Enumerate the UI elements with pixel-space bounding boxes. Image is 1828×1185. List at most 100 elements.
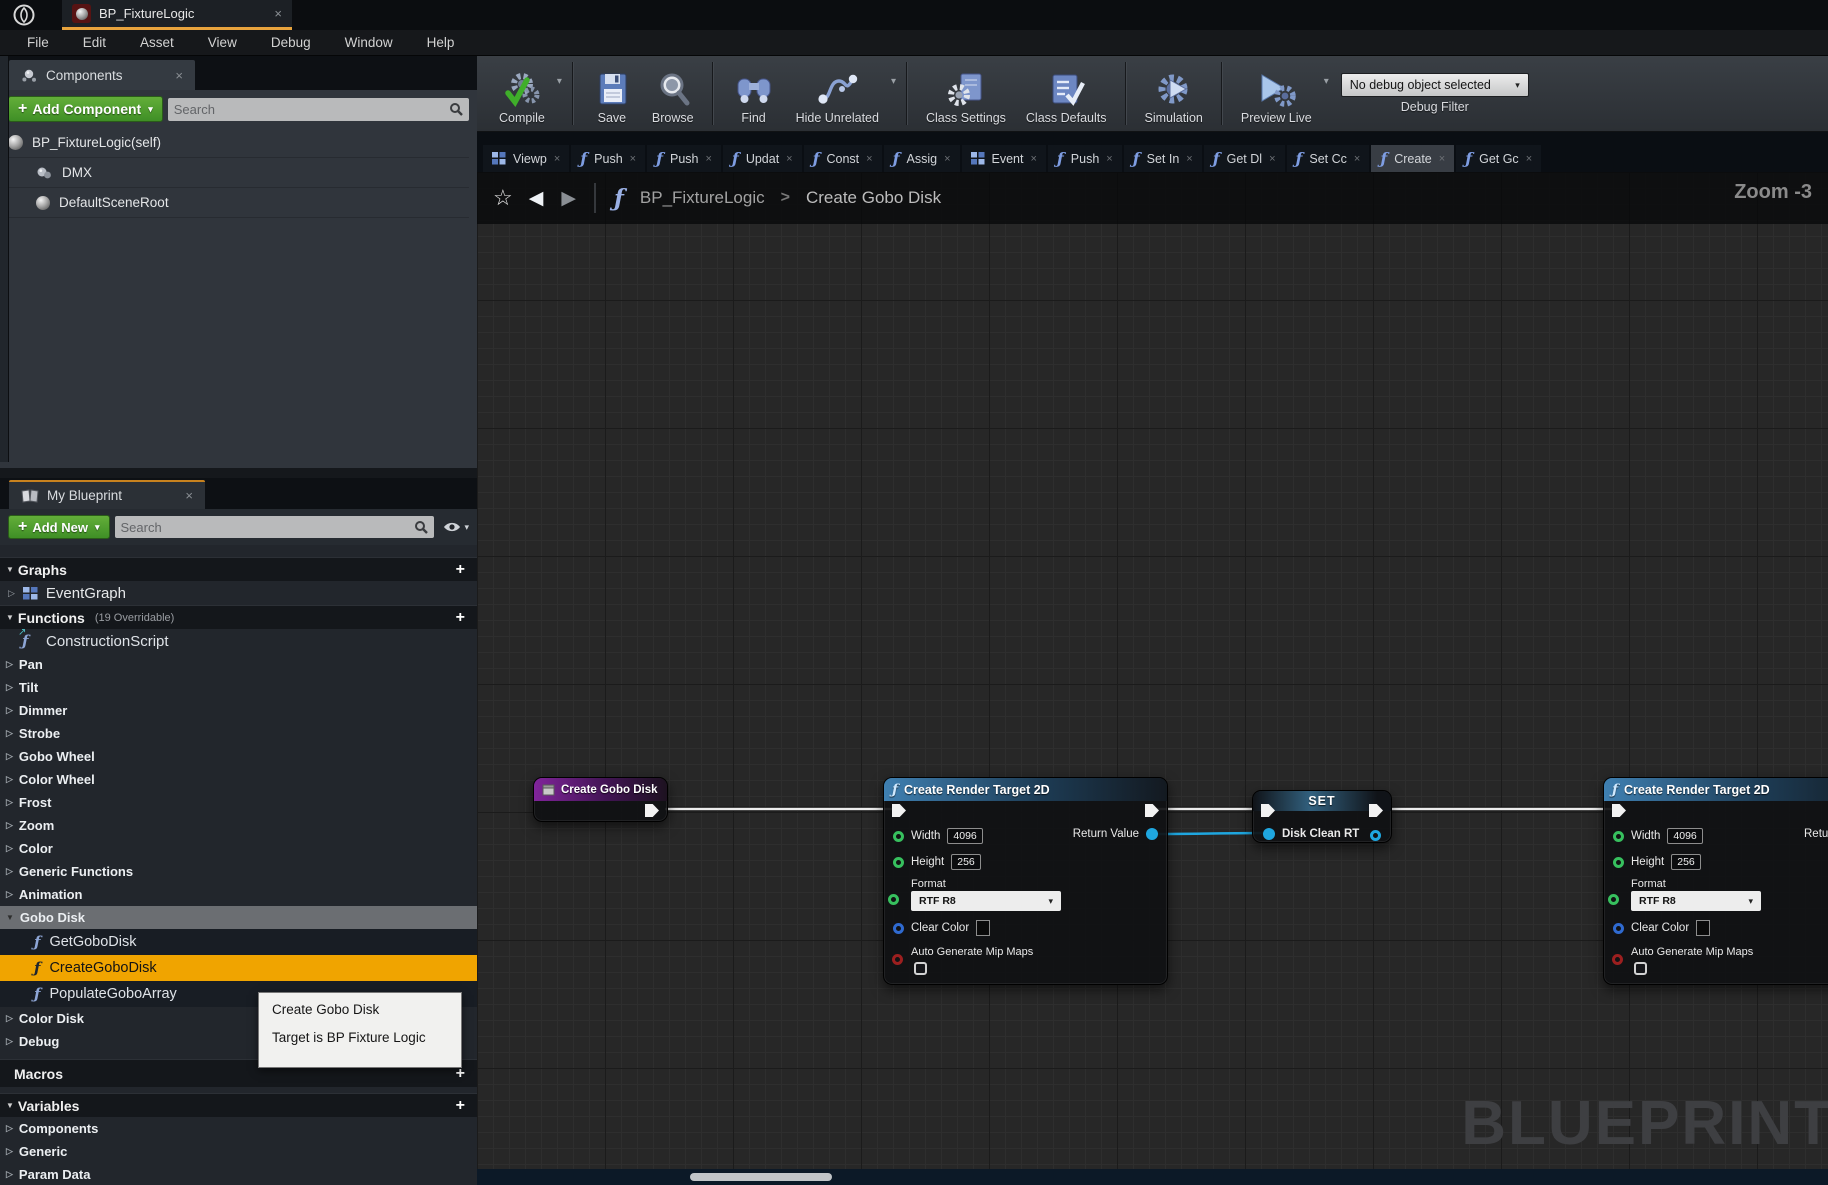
graph-tab-update[interactable]: ƒUpdat×: [723, 145, 802, 172]
pin-row-width[interactable]: Width 4096: [893, 828, 983, 844]
graph-tab-push-2[interactable]: ƒPush×: [647, 145, 721, 172]
close-icon[interactable]: ×: [866, 153, 872, 165]
pin-row-return-value[interactable]: Return Value: [1073, 828, 1158, 840]
find-button[interactable]: Find: [722, 56, 786, 131]
menu-debug[interactable]: Debug: [254, 35, 328, 50]
graph-tab-viewport[interactable]: Viewp×: [483, 145, 569, 172]
category-gobo-disk[interactable]: ▼ Gobo Disk: [0, 906, 477, 929]
category-generic-functions[interactable]: ▷Generic Functions: [0, 860, 477, 883]
myblueprint-search-input[interactable]: [121, 520, 415, 535]
function-getgobodisk[interactable]: ƒ GetGoboDisk: [0, 929, 477, 955]
asset-tab-bp-fixturelogic[interactable]: BP_FixtureLogic ×: [62, 0, 292, 30]
list-item-eventgraph[interactable]: ▷ EventGraph: [0, 581, 477, 605]
list-item-constructionscript[interactable]: ƒ ↗ ConstructionScript: [0, 629, 477, 653]
close-icon[interactable]: ×: [1186, 153, 1192, 165]
category-zoom[interactable]: ▷Zoom: [0, 814, 477, 837]
category-color[interactable]: ▷Color: [0, 837, 477, 860]
tree-row-self[interactable]: BP_FixtureLogic(self): [8, 128, 469, 158]
category-param-data[interactable]: ▷Param Data: [0, 1163, 477, 1185]
pin-row-clear-color[interactable]: Clear Color: [1613, 920, 1710, 936]
close-icon[interactable]: ×: [1439, 153, 1445, 165]
breadcrumb-root[interactable]: BP_FixtureLogic: [640, 188, 765, 208]
add-graph-button[interactable]: +: [456, 561, 469, 579]
close-icon[interactable]: ×: [1269, 153, 1275, 165]
int-pin[interactable]: [1613, 857, 1624, 868]
collapsed-icon[interactable]: ▷: [8, 588, 15, 599]
pin-row-variable[interactable]: Disk Clean RT: [1263, 828, 1359, 840]
tab-my-blueprint[interactable]: My Blueprint ×: [9, 480, 205, 509]
section-functions[interactable]: ▼ Functions (19 Overridable) +: [0, 605, 477, 629]
function-creategobodisk[interactable]: ƒ CreateGoboDisk: [0, 955, 477, 981]
category-gobo-wheel[interactable]: ▷Gobo Wheel: [0, 745, 477, 768]
graph-tab-set-color[interactable]: ƒSet Cc×: [1287, 145, 1370, 172]
close-icon[interactable]: ×: [1106, 153, 1112, 165]
color-swatch[interactable]: [976, 920, 990, 936]
int-pin[interactable]: [1613, 831, 1624, 842]
graph-tab-set-in[interactable]: ƒSet In×: [1124, 145, 1202, 172]
nav-back-icon[interactable]: ◀: [529, 187, 544, 210]
node-create-render-target-2d-1[interactable]: ƒ Create Render Target 2D Width 4096 Ret…: [883, 777, 1168, 985]
graph-tab-push-1[interactable]: ƒPush×: [571, 145, 645, 172]
category-frost[interactable]: ▷Frost: [0, 791, 477, 814]
unreal-logo-icon[interactable]: [0, 0, 48, 30]
close-icon[interactable]: ×: [944, 153, 950, 165]
exec-in-pin[interactable]: [1612, 804, 1626, 817]
save-button[interactable]: Save: [582, 56, 642, 131]
chevron-down-icon[interactable]: ▾: [891, 76, 896, 87]
height-value-input[interactable]: 256: [1671, 854, 1701, 870]
height-value-input[interactable]: 256: [951, 854, 981, 870]
menu-file[interactable]: File: [10, 35, 66, 50]
simulation-button[interactable]: Simulation: [1135, 56, 1213, 131]
close-icon[interactable]: ×: [1030, 153, 1036, 165]
node-create-render-target-2d-2[interactable]: ƒ Create Render Target 2D Width 4096 Ret…: [1603, 777, 1828, 985]
category-color-wheel[interactable]: ▷Color Wheel: [0, 768, 477, 791]
add-new-button[interactable]: + Add New ▾: [8, 515, 110, 539]
category-dimmer[interactable]: ▷Dimmer: [0, 699, 477, 722]
add-function-button[interactable]: +: [456, 609, 469, 627]
close-icon[interactable]: ×: [786, 153, 792, 165]
exec-in-pin[interactable]: [892, 804, 906, 817]
graph-tab-push-3[interactable]: ƒPush×: [1048, 145, 1122, 172]
color-pin[interactable]: [893, 923, 904, 934]
horizontal-scrollbar[interactable]: [690, 1173, 832, 1181]
close-icon[interactable]: ×: [705, 153, 711, 165]
node-create-gobo-disk[interactable]: Create Gobo Disk: [533, 777, 668, 822]
category-generic[interactable]: ▷Generic: [0, 1140, 477, 1163]
exec-out-pin[interactable]: [1145, 804, 1159, 817]
menu-asset[interactable]: Asset: [123, 35, 191, 50]
category-pan[interactable]: ▷Pan: [0, 653, 477, 676]
graph-tab-assign[interactable]: ƒAssig×: [884, 145, 960, 172]
bool-pin[interactable]: [1612, 954, 1623, 965]
menu-window[interactable]: Window: [328, 35, 410, 50]
class-defaults-button[interactable]: Class Defaults: [1016, 56, 1117, 131]
menu-edit[interactable]: Edit: [66, 35, 123, 50]
bookmark-star-icon[interactable]: ☆: [493, 185, 513, 211]
object-pin-out[interactable]: [1370, 830, 1381, 841]
object-pin[interactable]: [1146, 828, 1158, 840]
chevron-down-icon[interactable]: ▾: [557, 76, 562, 87]
pin-row-height[interactable]: Height 256: [893, 854, 981, 870]
graph-tab-create-active[interactable]: ƒCreate×: [1371, 145, 1454, 172]
int-pin[interactable]: [893, 857, 904, 868]
int-pin[interactable]: [893, 831, 904, 842]
mipmaps-checkbox[interactable]: [914, 962, 927, 975]
hide-unrelated-button[interactable]: Hide Unrelated: [786, 56, 889, 131]
browse-button[interactable]: Browse: [642, 56, 704, 131]
compile-button[interactable]: Compile: [489, 56, 555, 131]
category-components[interactable]: ▷Components: [0, 1117, 477, 1140]
category-tilt[interactable]: ▷Tilt: [0, 676, 477, 699]
add-component-button[interactable]: + Add Component ▾: [8, 96, 163, 122]
section-graphs[interactable]: ▼ Graphs +: [0, 557, 477, 581]
preview-live-button[interactable]: Preview Live: [1231, 56, 1322, 131]
close-icon[interactable]: ×: [554, 153, 560, 165]
pin-row-clear-color[interactable]: Clear Color: [893, 920, 990, 936]
breadcrumb-current[interactable]: Create Gobo Disk: [806, 188, 941, 208]
menu-view[interactable]: View: [191, 35, 254, 50]
pin-row-width[interactable]: Width 4096: [1613, 828, 1703, 844]
width-value-input[interactable]: 4096: [947, 828, 982, 844]
category-strobe[interactable]: ▷Strobe: [0, 722, 477, 745]
enum-pin[interactable]: [1608, 894, 1619, 905]
enum-pin[interactable]: [888, 894, 899, 905]
close-icon[interactable]: ×: [274, 6, 282, 21]
nav-forward-icon[interactable]: ▶: [561, 187, 576, 210]
